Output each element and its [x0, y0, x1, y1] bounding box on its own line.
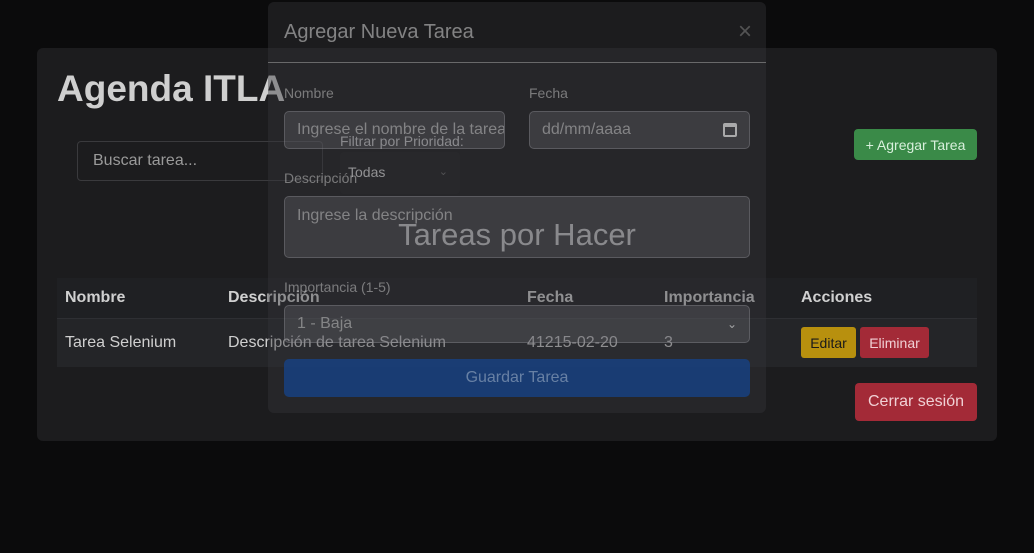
- add-task-button[interactable]: + Agregar Tarea: [854, 129, 977, 160]
- header-acciones: Acciones: [801, 289, 873, 306]
- edit-button[interactable]: Editar: [801, 327, 856, 358]
- save-task-button[interactable]: Guardar Tarea: [284, 359, 750, 397]
- logout-button[interactable]: Cerrar sesión: [855, 383, 977, 421]
- task-description-textarea[interactable]: Ingrese la descripción: [284, 196, 750, 258]
- task-date-input[interactable]: dd/mm/aaaa: [529, 111, 750, 149]
- modal-divider: [268, 62, 766, 63]
- chevron-down-icon: ⌄: [726, 317, 737, 331]
- page-title: Agenda ITLA: [57, 68, 286, 109]
- importance-value: 1 - Baja: [297, 315, 353, 332]
- add-task-modal: Agregar Nueva Tarea × Nombre Ingrese el …: [268, 2, 766, 413]
- close-icon[interactable]: ×: [738, 18, 752, 46]
- importance-select[interactable]: 1 - Baja ⌄: [284, 305, 750, 343]
- cell-nombre: Tarea Selenium: [65, 334, 177, 351]
- importance-label: Importancia (1-5): [284, 279, 391, 295]
- header-nombre: Nombre: [65, 289, 126, 306]
- modal-title: Agregar Nueva Tarea: [284, 21, 474, 43]
- description-label: Descripción: [284, 170, 358, 186]
- calendar-icon[interactable]: [723, 123, 737, 137]
- task-name-placeholder: Ingrese el nombre de la tarea: [297, 121, 505, 138]
- task-name-input[interactable]: Ingrese el nombre de la tarea: [284, 111, 505, 149]
- name-label: Nombre: [284, 85, 334, 101]
- task-description-placeholder: Ingrese la descripción: [297, 207, 453, 224]
- date-label: Fecha: [529, 85, 568, 101]
- delete-button[interactable]: Eliminar: [860, 327, 929, 358]
- task-date-placeholder: dd/mm/aaaa: [542, 121, 631, 138]
